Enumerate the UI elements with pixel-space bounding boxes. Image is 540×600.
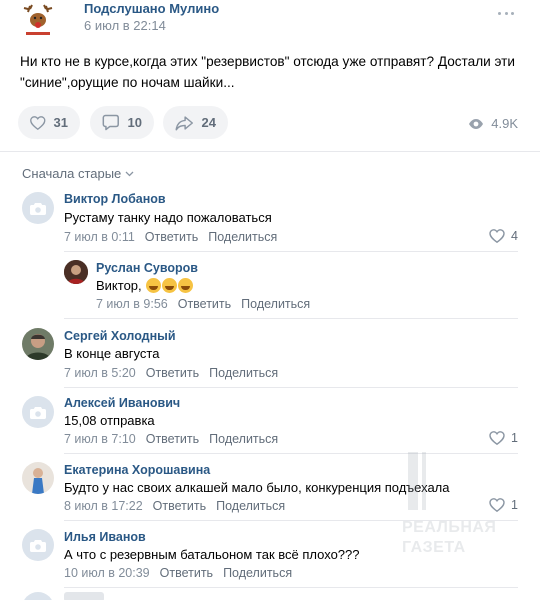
comment-author[interactable]: Илья Иванов — [64, 530, 146, 544]
reply-link[interactable]: Ответить — [146, 366, 199, 380]
share-link[interactable]: Поделиться — [241, 297, 310, 311]
reindeer-logo-icon — [16, 0, 60, 44]
chevron-down-icon — [125, 171, 134, 176]
post-author-name[interactable]: Подслушано Мулино — [84, 1, 219, 16]
post-date[interactable]: 6 июл в 22:14 — [84, 18, 166, 33]
comment-meta: 10 июл в 20:39 Ответить Поделиться — [64, 566, 292, 580]
comment-text: Будто у нас своих алкашей мало было, кон… — [64, 480, 450, 495]
commenter-avatar[interactable] — [22, 529, 54, 561]
comment-date[interactable]: 8 июл в 17:22 — [64, 499, 143, 513]
comment-date[interactable]: 7 июл в 5:20 — [64, 366, 136, 380]
share-count: 24 — [201, 115, 216, 130]
divider — [64, 587, 518, 588]
comment-like-count: 4 — [511, 229, 518, 243]
reply-link[interactable]: Ответить — [153, 499, 206, 513]
comment-text: В конце августа — [64, 346, 160, 361]
comment-text: А что с резервным батальоном так всё пло… — [64, 547, 360, 562]
reply-mention[interactable]: Виктор, — [96, 278, 142, 293]
reply-link[interactable]: Ответить — [178, 297, 231, 311]
share-link[interactable]: Поделиться — [208, 230, 277, 244]
comment-author[interactable]: Виктор Лобанов — [64, 192, 166, 206]
commenter-avatar[interactable] — [22, 192, 54, 224]
laughing-emoji-icon — [178, 278, 194, 293]
comment-text: Виктор, — [96, 278, 194, 293]
eye-icon — [469, 118, 484, 129]
share-link[interactable]: Поделиться — [209, 366, 278, 380]
comment-meta: 7 июл в 0:11 Ответить Поделиться — [64, 230, 277, 244]
divider — [64, 453, 518, 454]
comment-date[interactable]: 7 июл в 0:11 — [64, 230, 135, 244]
comment-date[interactable]: 7 июл в 9:56 — [96, 297, 168, 311]
camera-placeholder-icon — [30, 406, 46, 419]
like-heart-icon — [489, 498, 505, 512]
commenter-avatar[interactable] — [22, 396, 54, 428]
divider — [64, 520, 518, 521]
share-link[interactable]: Поделиться — [216, 499, 285, 513]
comment-meta: 7 июл в 5:20 Ответить Поделиться — [64, 366, 278, 380]
comment-author[interactable]: Руслан Суворов — [96, 261, 198, 275]
comment-text: Рустаму танку надо пожаловаться — [64, 210, 272, 225]
like-heart-icon — [30, 115, 46, 130]
commenter-avatar[interactable] — [22, 462, 54, 494]
like-count: 31 — [53, 115, 68, 130]
sort-dropdown[interactable]: Сначала старые — [22, 166, 134, 181]
share-link[interactable]: Поделиться — [209, 432, 278, 446]
like-heart-icon — [489, 229, 505, 243]
commenter-avatar[interactable] — [22, 592, 54, 600]
comment-like-button[interactable]: 1 — [489, 498, 518, 512]
comment-like-button[interactable]: 1 — [489, 431, 518, 445]
comment-author[interactable]: Екатерина Хорошавина — [64, 463, 210, 477]
comment-author[interactable]: Алексей Иванович — [64, 396, 180, 410]
watermark-text: РЕАЛЬНАЯ ГАЗЕТА — [402, 518, 496, 558]
like-heart-icon — [489, 431, 505, 445]
post-card: Подслушано Мулино 6 июл в 22:14 Ни кто н… — [0, 0, 540, 600]
comment-count: 10 — [127, 115, 142, 130]
camera-placeholder-icon — [30, 539, 46, 552]
reply-link[interactable]: Ответить — [146, 432, 199, 446]
like-button[interactable]: 31 — [18, 106, 80, 139]
comment-text: 15,08 отправка — [64, 413, 155, 428]
views-counter: 4.9K — [468, 116, 518, 131]
commenter-avatar[interactable] — [22, 328, 54, 360]
views-count: 4.9K — [491, 116, 518, 131]
post-text: Ни кто не в курсе,когда этих "резервисто… — [20, 54, 515, 90]
watermark-line: ГАЗЕТА — [402, 539, 466, 556]
watermark-line: РЕАЛЬНАЯ — [402, 519, 497, 536]
sort-label: Сначала старые — [22, 166, 122, 181]
community-avatar[interactable] — [16, 0, 60, 44]
share-arrow-icon — [175, 115, 193, 130]
divider — [0, 151, 540, 152]
reply-link[interactable]: Ответить — [145, 230, 198, 244]
comment-button[interactable]: 10 — [90, 106, 154, 139]
more-dots-icon[interactable] — [498, 8, 514, 18]
profile-photo-icon — [22, 462, 54, 494]
comment-like-count: 1 — [511, 431, 518, 445]
profile-photo-icon — [64, 260, 88, 284]
share-link[interactable]: Поделиться — [223, 566, 292, 580]
share-button[interactable]: 24 — [163, 106, 228, 139]
comment-like-count: 1 — [511, 498, 518, 512]
profile-photo-icon — [22, 328, 54, 360]
commenter-avatar[interactable] — [64, 260, 88, 284]
reply-link[interactable]: Ответить — [160, 566, 213, 580]
camera-placeholder-icon — [30, 202, 46, 215]
divider — [64, 251, 518, 252]
comment-date[interactable]: 10 июл в 20:39 — [64, 566, 150, 580]
comment-author[interactable] — [64, 592, 104, 600]
divider — [64, 318, 518, 319]
comment-bubble-icon — [102, 114, 119, 131]
comment-date[interactable]: 7 июл в 7:10 — [64, 432, 136, 446]
laughing-emoji-icon — [162, 278, 178, 293]
comment-author[interactable]: Сергей Холодный — [64, 329, 176, 343]
divider — [64, 387, 518, 388]
comment-like-button[interactable]: 4 — [489, 229, 518, 243]
comment-meta: 7 июл в 9:56 Ответить Поделиться — [96, 297, 310, 311]
comment-meta: 7 июл в 7:10 Ответить Поделиться — [64, 432, 278, 446]
laughing-emoji-icon — [146, 278, 162, 293]
comment-meta: 8 июл в 17:22 Ответить Поделиться — [64, 499, 285, 513]
